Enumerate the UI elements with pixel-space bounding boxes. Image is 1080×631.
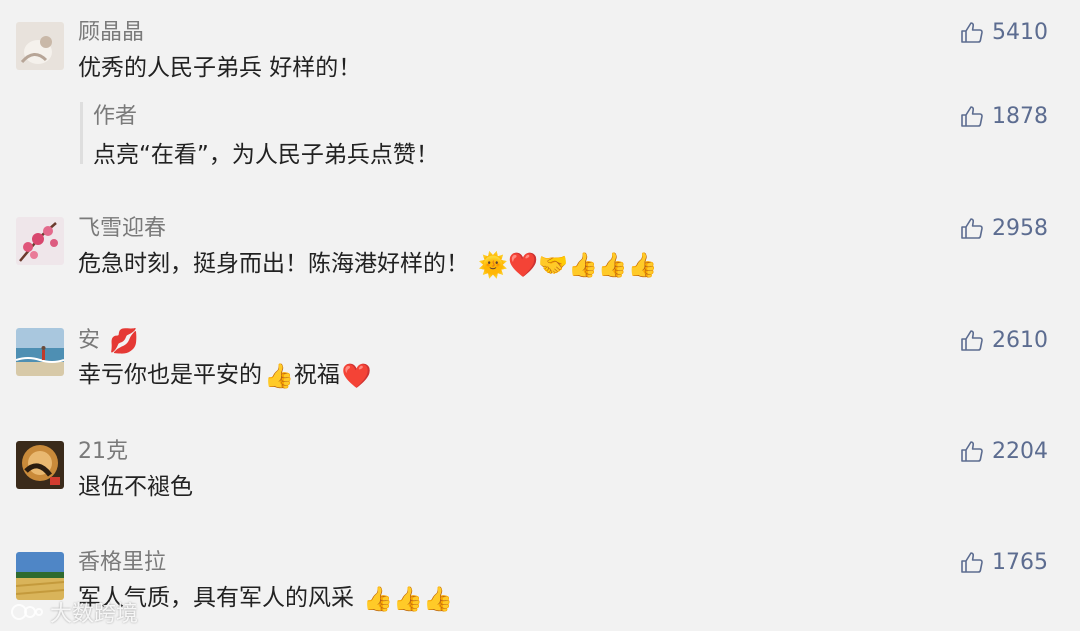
like-button[interactable]: 1765 [960,548,1048,578]
weibo-logo-icon [11,604,43,620]
like-button[interactable]: 5410 [960,18,1048,48]
avatar[interactable] [16,217,64,265]
comment-text-tail: 祝福 [293,362,340,388]
commenter-name[interactable]: 安 💋 [78,326,139,356]
author-reply: 作者 点亮“在看”，为人民子弟兵点赞！ [80,102,1063,168]
reply-author-name: 作者 [93,104,138,129]
thumbs-up-icon [961,330,983,351]
commenter-name[interactable]: 21克 [78,437,128,467]
commenter-name[interactable]: 飞雪迎春 [78,214,166,244]
avatar[interactable] [16,552,64,600]
comment-text-body: 幸亏你也是平安的 [78,362,262,388]
comment-text: 幸亏你也是平安的👍祝福❤️ [78,358,372,393]
emoji-group: 👍👍👍 [363,585,453,613]
like-count: 2204 [992,439,1048,464]
commenter-name-text: 安 [78,328,101,353]
thumbs-up-icon [961,552,983,573]
thumbs-up-icon [961,441,983,462]
like-button[interactable]: 2958 [960,214,1048,244]
comment-text: 优秀的人民子弟兵 好样的！ [78,55,362,81]
avatar[interactable] [16,22,64,70]
comment-text: 退伍不褪色 [78,474,193,500]
commenter-name[interactable]: 香格里拉 [78,548,166,578]
like-button[interactable]: 2610 [960,326,1048,356]
thumbs-up-icon [961,218,983,239]
like-count: 2610 [992,328,1048,353]
reply-text: 点亮“在看”，为人民子弟兵点赞！ [93,142,439,168]
kiss-emoji: 💋 [109,327,139,355]
like-count: 5410 [992,20,1048,45]
like-button[interactable]: 2204 [960,437,1048,467]
comment-text: 危急时刻，挺身而出！陈海港好样的！ 🌞❤️🤝👍👍👍 [78,247,658,282]
like-count: 1765 [992,550,1048,575]
avatar[interactable] [16,328,64,376]
thumbs-up-icon [961,22,983,43]
heart-emoji: ❤️ [341,362,372,390]
emoji-group: 🌞❤️🤝👍👍👍 [478,251,658,279]
thumbs-up-emoji: 👍 [264,362,294,390]
like-count: 2958 [992,216,1048,241]
reply-like-button[interactable]: 1878 [960,102,1048,132]
comment-text-body: 危急时刻，挺身而出！陈海港好样的！ [78,251,469,277]
commenter-name[interactable]: 顾晶晶 [78,18,144,48]
watermark-text: 大数跨境 [50,602,139,627]
watermark: 大数跨境 [10,596,138,628]
thumbs-up-icon [961,106,983,127]
avatar[interactable] [16,441,64,489]
like-count: 1878 [992,104,1048,129]
